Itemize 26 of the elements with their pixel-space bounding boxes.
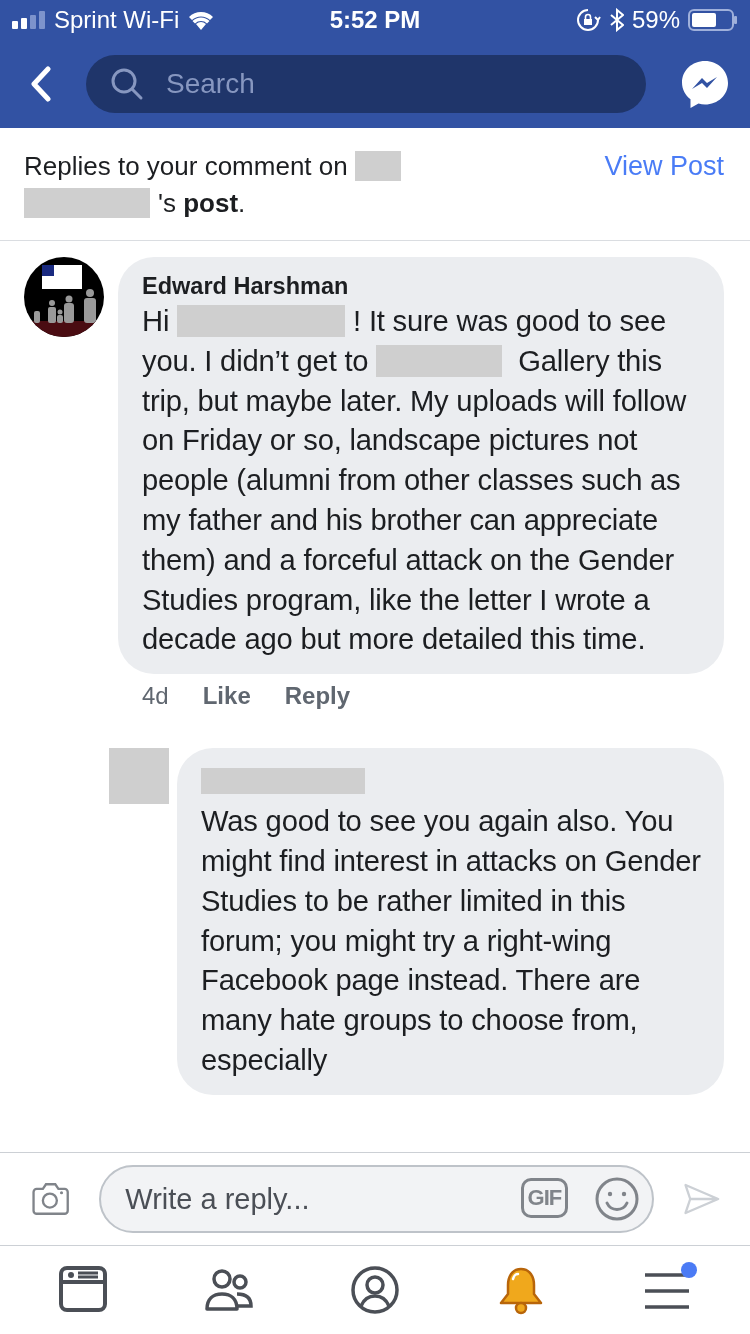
news-feed-icon[interactable] [58, 1265, 108, 1315]
comment-time: 4d [142, 682, 169, 711]
battery-icon [688, 8, 738, 32]
comment-action[interactable]: Reply [284, 682, 351, 711]
comment-text: Was good to see you again also. You might find interest in attacks on Gender Studies to be rather limited in this forum; you might try a right-wing Facebook page instead. There are many hate groups to choose from, especially [201, 804, 702, 1078]
view-post-link[interactable]: View Post [604, 148, 724, 222]
rotation-lock-icon [575, 8, 602, 32]
redacted-block [354, 151, 401, 181]
signal-icon [12, 11, 46, 29]
notification-text: Replies to your comment on 's post. [24, 148, 454, 222]
comment-action[interactable]: Like [202, 682, 251, 711]
battery-percent: 59% [631, 6, 680, 34]
messenger-icon[interactable] [680, 59, 730, 109]
comment-text: Hi ! It sure was good to see you. I didn’t get to Gallery this trip, but maybe later. My uploads will follow on Friday or so, landscape pictures not people (alumni from other classes such as my father and his brother can appreciate them) and a forceful attack on the Gender Studies program, like the letter I wrote a decade ago but more detailed this time. [142, 304, 688, 658]
emoji-icon[interactable] [594, 1176, 641, 1222]
gif-button[interactable]: GIF [520, 1178, 569, 1218]
bluetooth-icon [609, 8, 624, 32]
search-field[interactable]: Search [86, 55, 646, 113]
wifi-icon [187, 10, 216, 30]
carrier-name: Sprint Wi-Fi [54, 6, 180, 34]
back-icon[interactable] [30, 66, 52, 102]
author-name[interactable]: Edward Harshman [142, 273, 704, 300]
redacted-avatar [109, 748, 169, 805]
clock-time: 5:52 PM [329, 6, 421, 34]
profile-icon[interactable] [350, 1265, 400, 1315]
search-icon [110, 67, 144, 101]
